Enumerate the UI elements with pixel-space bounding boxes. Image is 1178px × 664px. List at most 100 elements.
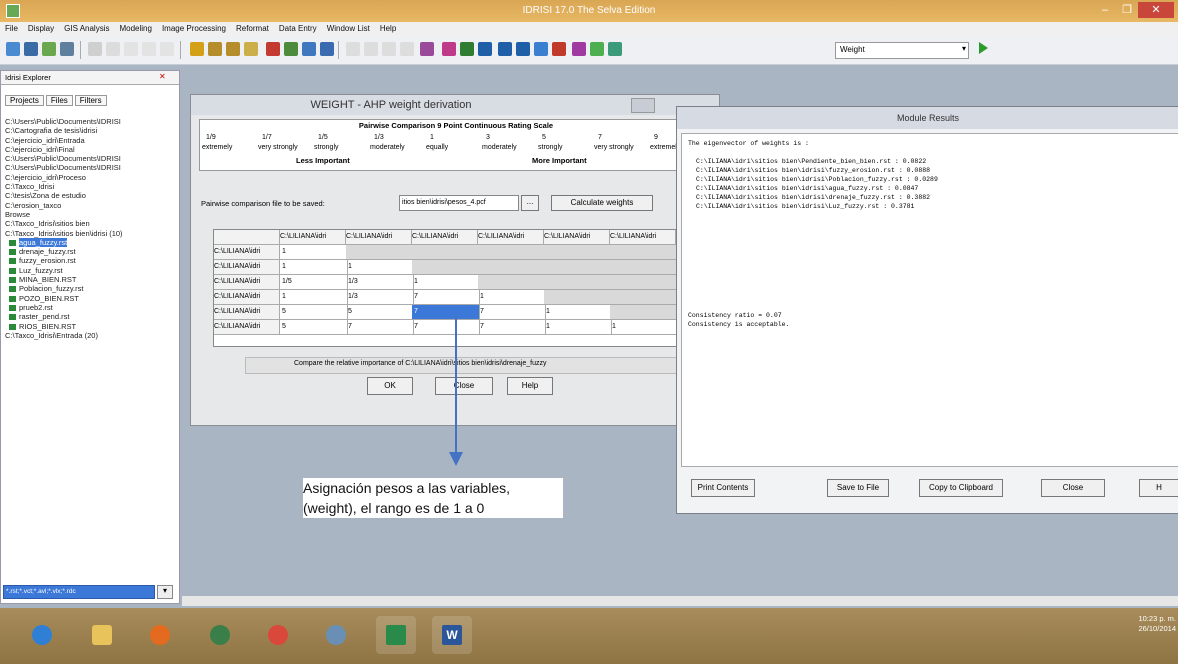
tree-item[interactable]: POZO_BIEN.RST bbox=[5, 294, 177, 303]
close-button[interactable]: Close bbox=[1041, 479, 1105, 497]
minimize-icon[interactable] bbox=[631, 98, 655, 113]
chrome-icon[interactable] bbox=[258, 616, 298, 654]
matrix-cell[interactable]: 1/3 bbox=[346, 275, 414, 290]
run-icon[interactable] bbox=[979, 42, 988, 54]
tree-item[interactable]: C:\Taxco_Idrisi\sitios bien\idrisi (10) bbox=[5, 229, 177, 238]
tree-item[interactable]: C:\ejercicio_idri\Final bbox=[5, 145, 177, 154]
ok-button[interactable]: OK bbox=[367, 377, 413, 395]
help-button[interactable]: H bbox=[1139, 479, 1178, 497]
matrix-cell[interactable]: 1 bbox=[544, 305, 612, 320]
tree-item[interactable]: C:\Taxco_Idrisi bbox=[5, 182, 177, 191]
matrix-cell[interactable]: 1 bbox=[544, 320, 612, 335]
matrix-cell[interactable]: 5 bbox=[280, 305, 348, 320]
matrix-cell[interactable]: 7 bbox=[478, 305, 546, 320]
matrix-cell[interactable]: 7 bbox=[412, 320, 480, 335]
model-icon[interactable] bbox=[608, 42, 622, 56]
tree-item[interactable]: C:\erosion_taxco bbox=[5, 201, 177, 210]
tree-item[interactable]: C:\Users\Public\Documents\IDRISI bbox=[5, 163, 177, 172]
tree-item[interactable]: C:\tesis\Zona de estudio bbox=[5, 191, 177, 200]
matrix-cell[interactable]: 1 bbox=[412, 275, 480, 290]
tree-item[interactable]: drenaje_fuzzy.rst bbox=[5, 247, 177, 256]
composer-icon[interactable] bbox=[24, 42, 38, 56]
menu-data-entry[interactable]: Data Entry bbox=[274, 22, 322, 33]
matrix-cell[interactable]: 5 bbox=[280, 320, 348, 335]
browse-button[interactable]: ... bbox=[521, 195, 539, 211]
map-icon[interactable] bbox=[284, 42, 298, 56]
composite-icon[interactable] bbox=[552, 42, 566, 56]
statistics-icon[interactable] bbox=[460, 42, 474, 56]
help-button[interactable]: Help bbox=[507, 377, 553, 395]
measure-icon[interactable] bbox=[106, 42, 120, 56]
menu-display[interactable]: Display bbox=[23, 22, 59, 33]
tree-item[interactable]: C:\Taxco_Idrisi\Entrada (20) bbox=[5, 331, 177, 340]
matrix-cell[interactable]: 1/5 bbox=[280, 275, 348, 290]
tab-files[interactable]: Files bbox=[45, 95, 73, 106]
maximize-button[interactable]: ❐ bbox=[1116, 2, 1138, 18]
palette-icon[interactable] bbox=[302, 42, 316, 56]
tree-item[interactable]: MINA_BIEN.RST bbox=[5, 275, 177, 284]
matrix-cell[interactable]: 7 bbox=[412, 290, 480, 305]
tree-item[interactable]: agua_fuzzy.rst bbox=[5, 237, 177, 247]
file-filter-field[interactable]: *.rst;*.vct;*.avl;*.vlx;*.rdc bbox=[3, 585, 155, 599]
query-icon[interactable] bbox=[88, 42, 102, 56]
histogram-icon[interactable] bbox=[442, 42, 456, 56]
metadata-icon[interactable] bbox=[244, 42, 258, 56]
database-icon[interactable] bbox=[190, 42, 204, 56]
calculate-weights-button[interactable]: Calculate weights bbox=[551, 195, 653, 211]
copy-to-clipboard-button[interactable]: Copy to Clipboard bbox=[919, 479, 1003, 497]
window-icon[interactable] bbox=[124, 42, 138, 56]
menu-gis-analysis[interactable]: GIS Analysis bbox=[59, 22, 114, 33]
matrix-cell[interactable]: 7 bbox=[412, 305, 480, 320]
grid-icon[interactable] bbox=[226, 42, 240, 56]
close-icon[interactable]: ✕ bbox=[159, 72, 166, 81]
add-icon[interactable] bbox=[346, 42, 360, 56]
menu-reformat[interactable]: Reformat bbox=[231, 22, 274, 33]
matrix-cell[interactable]: 1 bbox=[280, 245, 348, 260]
tree-item[interactable]: C:\Cartografia de tesis\idrisi bbox=[5, 126, 177, 135]
pcf-file-input[interactable]: itios bien\idrisi\pesos_4.pcf bbox=[399, 195, 519, 211]
table-icon[interactable] bbox=[208, 42, 222, 56]
menu-window-list[interactable]: Window List bbox=[322, 22, 375, 33]
tree-item[interactable]: C:\Users\Public\Documents\IDRISI bbox=[5, 117, 177, 126]
matrix-cell[interactable]: 1/3 bbox=[346, 290, 414, 305]
menu-modeling[interactable]: Modeling bbox=[114, 22, 156, 33]
image-icon[interactable] bbox=[478, 42, 492, 56]
globe-icon[interactable] bbox=[200, 616, 240, 654]
zoom-icon[interactable] bbox=[160, 42, 174, 56]
digitize-icon[interactable] bbox=[266, 42, 280, 56]
firefox-icon[interactable] bbox=[140, 616, 180, 654]
reclass-icon[interactable] bbox=[400, 42, 414, 56]
tree-item[interactable]: raster_pend.rst bbox=[5, 312, 177, 321]
tree-item[interactable]: C:\Users\Public\Documents\IDRISI bbox=[5, 154, 177, 163]
matrix-cell[interactable]: 1 bbox=[478, 290, 546, 305]
matrix-cell[interactable]: 1 bbox=[280, 290, 348, 305]
calc-icon[interactable] bbox=[382, 42, 396, 56]
matrix-cell[interactable]: 5 bbox=[346, 305, 414, 320]
menu-file[interactable]: File bbox=[0, 22, 23, 33]
distance-icon[interactable] bbox=[420, 42, 434, 56]
menu-help[interactable]: Help bbox=[375, 22, 401, 33]
classify-icon[interactable] bbox=[498, 42, 512, 56]
file-explorer-icon[interactable] bbox=[82, 616, 122, 654]
print-contents-button[interactable]: Print Contents bbox=[691, 479, 755, 497]
chevron-down-icon[interactable]: ▾ bbox=[962, 44, 966, 53]
minimize-button[interactable]: – bbox=[1094, 2, 1116, 18]
tab-projects[interactable]: Projects bbox=[5, 95, 44, 106]
taskbar-clock[interactable]: 10:23 p. m. 26/10/2014 bbox=[1120, 614, 1176, 634]
globe-icon[interactable] bbox=[320, 42, 334, 56]
menu-image-processing[interactable]: Image Processing bbox=[157, 22, 231, 33]
matrix-cell[interactable]: 7 bbox=[478, 320, 546, 335]
tree-item[interactable]: C:\Taxco_Idrisi\sitios bien bbox=[5, 219, 177, 228]
change-icon[interactable] bbox=[572, 42, 586, 56]
close-button[interactable]: ✕ bbox=[1138, 2, 1174, 18]
display-icon[interactable] bbox=[6, 42, 20, 56]
tree-item[interactable]: Poblacion_fuzzy.rst bbox=[5, 284, 177, 293]
chevron-down-icon[interactable]: ▾ bbox=[157, 585, 173, 599]
explorer-icon[interactable] bbox=[60, 42, 74, 56]
settings-icon[interactable] bbox=[316, 616, 356, 654]
matrix-cell[interactable]: 1 bbox=[280, 260, 348, 275]
signature-icon[interactable] bbox=[516, 42, 530, 56]
tree-item[interactable]: Luz_fuzzy.rst bbox=[5, 266, 177, 275]
idrisi-icon[interactable] bbox=[376, 616, 416, 654]
overlay-icon[interactable] bbox=[364, 42, 378, 56]
